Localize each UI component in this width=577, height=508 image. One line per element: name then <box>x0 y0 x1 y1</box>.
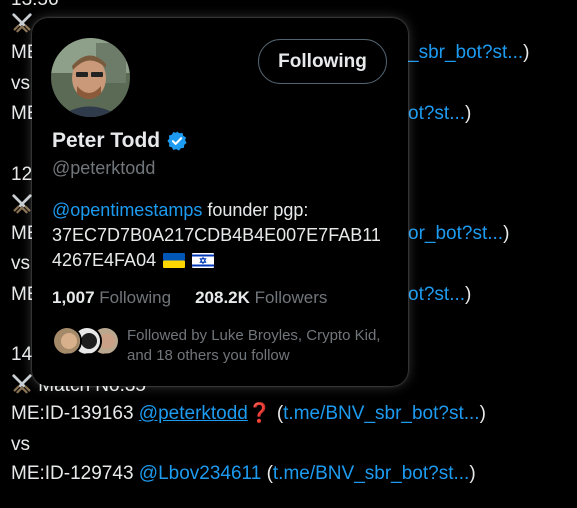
followed-by-text: Followed by Luke Broyles, Crypto Kid, an… <box>127 327 381 364</box>
mention-peterktodd[interactable]: @peterktodd <box>139 403 248 424</box>
crossed-swords-icon <box>12 194 32 214</box>
follower-avatar-1 <box>52 326 82 356</box>
profile-photo <box>51 38 130 117</box>
match-row-2: ME:ID-129743 @Lbov234611 (t.me/BNV_sbr_b… <box>11 463 476 484</box>
avatar[interactable] <box>51 38 130 117</box>
bot-link-2[interactable]: t.me/BNV_sbr_bot?st... <box>273 463 469 484</box>
profile-stats: 1,007 Following 208.2K Followers <box>52 288 327 308</box>
feed-line-vs-2: vs <box>11 253 30 274</box>
followers-stat[interactable]: 208.2K Followers <box>195 288 327 308</box>
display-name: Peter Todd <box>52 129 161 152</box>
mention-lbov[interactable]: @Lbov234611 <box>139 463 261 484</box>
feed-link-1[interactable]: _sbr_bot?st...) <box>408 41 529 65</box>
followers-count: 208.2K <box>195 288 250 307</box>
following-label: Following <box>99 288 172 307</box>
feed-line-time-3: 14 <box>11 344 33 365</box>
feed-line-time-2: 12 <box>11 164 33 185</box>
profile-handle[interactable]: @peterktodd <box>52 158 155 179</box>
match-header-33 <box>11 12 33 37</box>
profile-bio: @opentimestamps founder pgp: 37EC7D7B0A2… <box>52 200 381 270</box>
following-button[interactable]: Following <box>258 39 387 84</box>
followers-label: Followers <box>254 288 328 307</box>
feed-link-2[interactable]: ot?st...) <box>408 102 471 126</box>
verified-badge-icon <box>167 131 187 151</box>
bio-mention-opentimestamps[interactable]: @opentimestamps <box>52 200 202 220</box>
timestamp-text: 13:56 <box>11 0 59 12</box>
profile-hover-card: Following Peter Todd @peterktodd @openti… <box>32 18 408 386</box>
vs-text: vs <box>11 434 30 455</box>
pgp-fingerprint-1: 37EC7D7B0A217CDB4B4E007E7FAB11 <box>52 225 381 245</box>
feed-link-4[interactable]: ot?st...) <box>408 283 471 307</box>
pgp-fingerprint-2: 4267E4FA04 <box>52 250 157 270</box>
match-header-34 <box>11 193 33 218</box>
crossed-swords-icon <box>12 374 32 394</box>
me-id-2: ME:ID-129743 <box>11 463 134 484</box>
match-row-1: ME:ID-139163 @peterktodd❓ (t.me/BNV_sbr_… <box>11 403 486 424</box>
feed-link-3[interactable]: or_bot?st...) <box>408 222 509 246</box>
profile-name[interactable]: Peter Todd <box>52 129 188 153</box>
ukraine-flag-icon <box>163 253 186 268</box>
crossed-swords-icon <box>12 13 32 33</box>
question-mark-icon: ❓ <box>247 403 272 424</box>
bot-link-1[interactable]: t.me/BNV_sbr_bot?st... <box>283 403 479 424</box>
following-count: 1,007 <box>52 288 95 307</box>
feed-line-vs-1: vs <box>11 73 30 94</box>
following-stat[interactable]: 1,007 Following <box>52 288 171 308</box>
followed-by-section[interactable]: Followed by Luke Broyles, Crypto Kid, an… <box>52 324 392 368</box>
me-id-1: ME:ID-139163 <box>11 403 134 424</box>
israel-flag-icon <box>192 253 215 268</box>
